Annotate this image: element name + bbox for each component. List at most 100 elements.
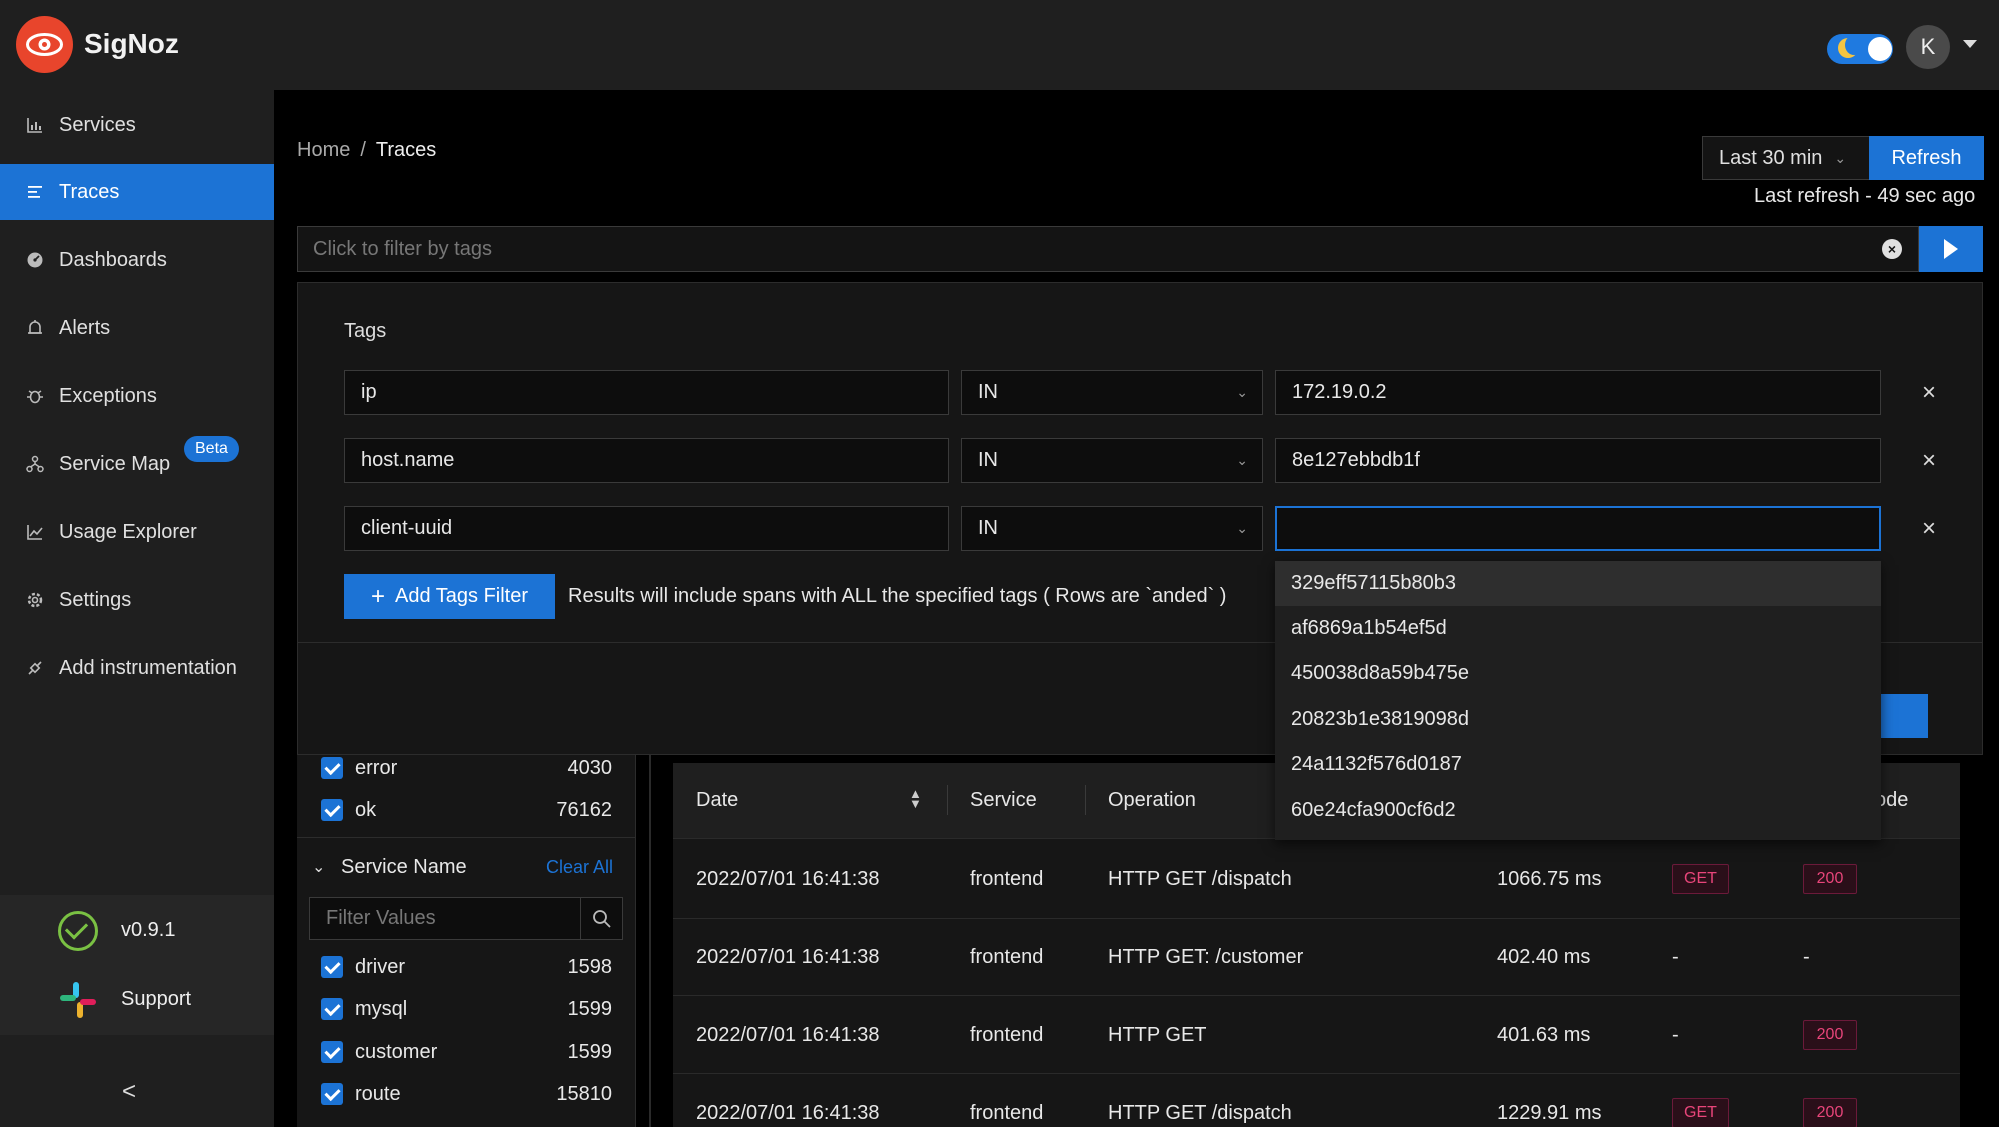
chevron-down-icon: ⌄ — [1236, 452, 1248, 468]
row-divider — [673, 995, 1960, 996]
service-count: 1599 — [567, 998, 613, 1020]
slack-icon — [58, 980, 98, 1020]
moon-icon-cutout — [1845, 35, 1863, 55]
version-label[interactable]: v0.9.1 — [121, 919, 175, 942]
tag-key-input[interactable]: ip — [344, 370, 949, 415]
bug-icon — [25, 386, 45, 406]
column-service[interactable]: Service — [970, 789, 1037, 812]
service-label: mysql — [355, 998, 408, 1020]
column-date[interactable]: Date — [696, 789, 738, 812]
api-icon — [25, 658, 45, 678]
tag-operator-select[interactable]: IN ⌄ — [961, 438, 1263, 483]
tag-operator-value: IN — [978, 449, 998, 471]
tag-value-input[interactable] — [1275, 506, 1881, 551]
divider — [297, 837, 636, 838]
cell-service: frontend — [970, 946, 1044, 968]
dropdown-option[interactable]: af6869a1b54ef5d — [1275, 606, 1881, 651]
cell-operation[interactable]: HTTP GET — [1108, 1024, 1207, 1047]
column-operation[interactable]: Operation — [1108, 789, 1196, 812]
tag-operator-value: IN — [978, 517, 998, 539]
close-icon[interactable]: × — [1917, 517, 1941, 541]
chevron-down-icon[interactable]: ⌄ — [312, 857, 325, 877]
search-icon[interactable] — [580, 897, 623, 940]
dropdown-option[interactable]: 329eff57115b80b3 — [1275, 561, 1881, 606]
cell-date: 2022/07/01 16:41:38 — [696, 946, 880, 968]
collapse-sidebar-button[interactable]: < — [122, 1078, 136, 1106]
list-icon — [25, 182, 45, 202]
service-mysql-checkbox[interactable] — [321, 998, 343, 1020]
close-icon[interactable]: × — [1917, 449, 1941, 473]
sidebar-item-label: Usage Explorer — [59, 520, 197, 543]
cell-operation[interactable]: HTTP GET /dispatch — [1108, 868, 1292, 891]
scrollbar[interactable] — [649, 755, 651, 1127]
status-badge: 200 — [1803, 1098, 1857, 1127]
sidebar-item-services[interactable]: Services — [0, 97, 274, 153]
row-divider — [673, 918, 1960, 919]
status-count: 4030 — [567, 757, 613, 779]
clear-all-link[interactable]: Clear All — [546, 857, 613, 878]
refresh-button[interactable]: Refresh — [1869, 136, 1984, 180]
tag-operator-select[interactable]: IN ⌄ — [961, 506, 1263, 551]
tag-key-input[interactable]: host.name — [344, 438, 949, 483]
sidebar-item-dashboards[interactable]: Dashboards — [0, 232, 274, 288]
dropdown-option[interactable]: 20823b1e3819098d — [1275, 697, 1881, 742]
apply-filter-button[interactable] — [1919, 226, 1983, 272]
cell-service: frontend — [970, 1102, 1044, 1124]
sidebar-item-alerts[interactable]: Alerts — [0, 300, 274, 356]
sidebar-item-settings[interactable]: Settings — [0, 572, 274, 628]
cell-operation[interactable]: HTTP GET /dispatch — [1108, 1102, 1292, 1125]
method-badge: GET — [1672, 1098, 1729, 1127]
tag-operator-value: IN — [978, 381, 998, 403]
breadcrumb-current: Traces — [375, 139, 437, 161]
status-badge: 200 — [1803, 864, 1857, 894]
tags-title: Tags — [344, 320, 387, 342]
caret-down-icon[interactable] — [1963, 40, 1977, 48]
sidebar-item-label: Settings — [59, 588, 132, 611]
add-tags-filter-button[interactable]: + Add Tags Filter — [344, 574, 555, 619]
service-customer-checkbox[interactable] — [321, 1041, 343, 1063]
tag-filter-input[interactable] — [297, 226, 1857, 272]
status-badge: 200 — [1803, 1020, 1857, 1050]
cell-date: 2022/07/01 16:41:38 — [696, 868, 880, 890]
sidebar-item-traces[interactable]: Traces — [0, 164, 274, 220]
app-name[interactable]: SigNoz — [84, 28, 179, 60]
sidebar-item-label: Alerts — [59, 316, 111, 339]
cell-operation[interactable]: HTTP GET: /customer — [1108, 946, 1303, 969]
tag-value-input[interactable]: 172.19.0.2 — [1275, 370, 1881, 415]
sort-icon[interactable]: ▲ ▼ — [909, 787, 922, 810]
service-label: route — [355, 1083, 401, 1105]
close-icon[interactable]: × — [1917, 381, 1941, 405]
deployment-icon — [25, 454, 45, 474]
sidebar-item-add-instrumentation[interactable]: Add instrumentation — [0, 640, 274, 696]
dropdown-option[interactable]: 24a1132f576d0187 — [1275, 742, 1881, 787]
gear-icon — [25, 590, 45, 610]
method-badge: GET — [1672, 864, 1729, 894]
chevron-down-icon: ⌄ — [1236, 520, 1248, 536]
sidebar-item-exceptions[interactable]: Exceptions — [0, 368, 274, 424]
sidebar-item-usage-explorer[interactable]: Usage Explorer — [0, 504, 274, 560]
service-driver-checkbox[interactable] — [321, 956, 343, 978]
breadcrumb-separator: / — [360, 139, 366, 161]
tag-operator-select[interactable]: IN ⌄ — [961, 370, 1263, 415]
dropdown-option[interactable]: 450038d8a59b475e — [1275, 651, 1881, 696]
service-count: 1598 — [567, 956, 613, 978]
dashboard-icon — [25, 250, 45, 270]
time-range-select[interactable]: Last 30 min ⌄ — [1702, 136, 1870, 180]
service-name-title[interactable]: Service Name — [341, 856, 467, 879]
filter-values-input[interactable] — [310, 898, 580, 939]
clear-icon[interactable]: × — [1882, 239, 1902, 259]
service-count: 1599 — [567, 1041, 613, 1063]
cell-service: frontend — [970, 868, 1044, 890]
tag-value-input[interactable]: 8e127ebbdb1f — [1275, 438, 1881, 483]
dropdown-option[interactable]: 60e24cfa900cf6d2 — [1275, 788, 1881, 833]
user-avatar[interactable]: K — [1906, 25, 1950, 69]
signoz-logo-icon[interactable] — [16, 16, 73, 73]
breadcrumb-home[interactable]: Home — [297, 139, 350, 161]
tag-key-input[interactable]: client-uuid — [344, 506, 949, 551]
toggle-knob — [1868, 37, 1892, 61]
status-ok-checkbox[interactable] — [321, 799, 343, 821]
service-route-checkbox[interactable] — [321, 1083, 343, 1105]
row-divider — [673, 1073, 1960, 1074]
bar-chart-icon — [25, 115, 45, 135]
status-error-checkbox[interactable] — [321, 757, 343, 779]
